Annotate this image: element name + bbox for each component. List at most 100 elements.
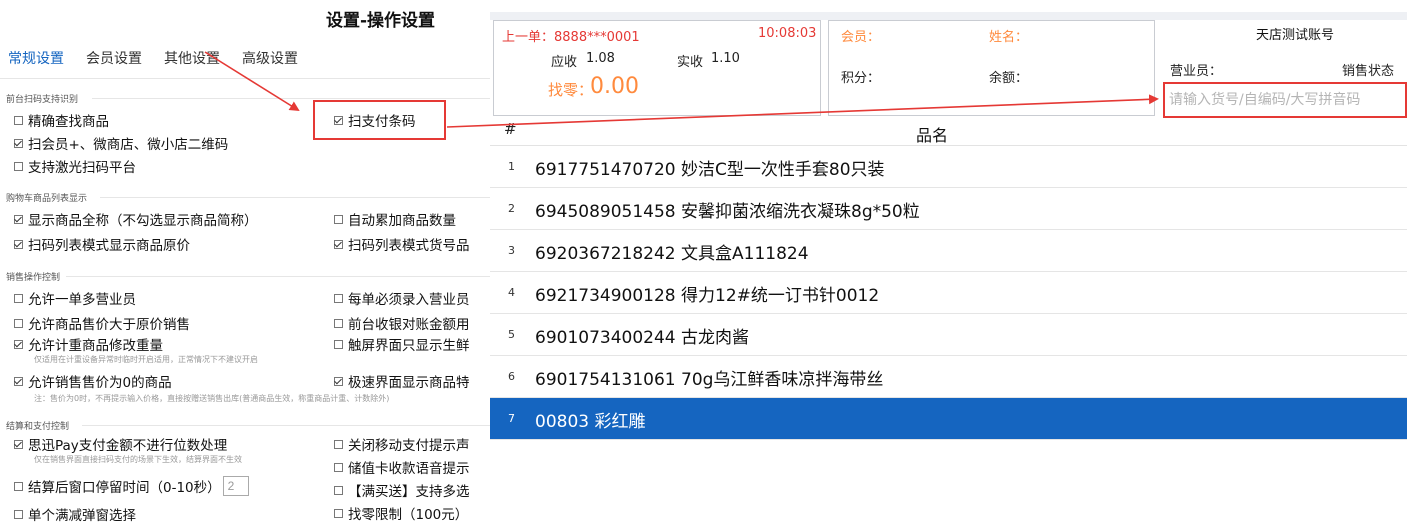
option-label: 允许商品售价大于原价销售 <box>28 317 190 333</box>
option-label: 扫会员+、微商店、微小店二维码 <box>28 137 229 153</box>
checkbox[interactable] <box>14 138 23 148</box>
option-show-item-code[interactable]: 扫码列表模式货号品 <box>334 234 470 254</box>
row-item-name: 6920367218242 文具盒A111824 <box>535 244 809 264</box>
checkbox[interactable] <box>14 439 23 449</box>
option-window-stay-time[interactable]: 结算后窗口停留时间（0-10秒） <box>14 476 249 496</box>
group-title-pay: 结算和支付控制 <box>6 422 70 432</box>
option-label: 结算后窗口停留时间（0-10秒） <box>28 480 221 496</box>
checkbox[interactable] <box>334 318 343 328</box>
checkbox[interactable] <box>14 481 23 491</box>
table-row-selected[interactable]: 7 00803 彩红雕 <box>490 398 1407 440</box>
row-item-name: 00803 彩红雕 <box>535 412 646 432</box>
checkbox[interactable] <box>334 115 343 125</box>
option-zero-price-sale[interactable]: 允许销售售价为0的商品 <box>14 371 172 391</box>
checkbox[interactable] <box>14 339 23 349</box>
cashier-panel: 上一单：8888***0001 10:08:03 应收 1.08 实收 1.10… <box>490 0 1407 530</box>
option-change-limit[interactable]: 找零限制（100元） <box>334 503 468 523</box>
checkbox[interactable] <box>334 462 343 472</box>
option-multi-clerk[interactable]: 允许一单多营业员 <box>14 288 136 308</box>
option-require-clerk[interactable]: 每单必须录入营业员 <box>334 288 470 308</box>
option-label: 扫支付条码 <box>348 114 416 130</box>
checkbox[interactable] <box>14 239 23 249</box>
settings-title: 设置-操作设置 <box>326 11 436 31</box>
option-price-above-original[interactable]: 允许商品售价大于原价销售 <box>14 313 190 333</box>
checkbox[interactable] <box>334 239 343 249</box>
option-single-discount-popup[interactable]: 单个满减弹窗选择 <box>14 504 136 524</box>
option-label: 扫码列表模式货号品 <box>348 238 470 254</box>
table-row[interactable]: 5 6901073400244 古龙肉酱 <box>490 314 1407 356</box>
row-item-name: 6901073400244 古龙肉酱 <box>535 328 750 348</box>
option-edit-weight[interactable]: 允许计重商品修改重量 <box>14 334 163 354</box>
checkbox[interactable] <box>334 485 343 495</box>
column-index-header: # <box>504 120 517 138</box>
row-index: 5 <box>508 328 515 341</box>
hint-weight: 仅适用在计重设备异常时临时开启适用，正常情况下不建议开启 <box>34 355 258 364</box>
checkbox[interactable] <box>14 214 23 224</box>
option-label: 支持激光扫码平台 <box>28 160 136 176</box>
option-label: 思迅Pay支付金额不进行位数处理 <box>28 438 228 454</box>
checkbox[interactable] <box>14 318 23 328</box>
option-label: 允许销售售价为0的商品 <box>28 375 172 391</box>
group-title-scan: 前台扫码支持识别 <box>6 95 79 105</box>
option-reconcile-amount[interactable]: 前台收银对账金额用 <box>334 313 470 333</box>
item-search-input[interactable] <box>1165 84 1405 116</box>
checkbox[interactable] <box>334 339 343 349</box>
table-row[interactable]: 3 6920367218242 文具盒A111824 <box>490 230 1407 272</box>
option-label: 每单必须录入营业员 <box>348 292 470 308</box>
checkbox[interactable] <box>14 509 23 519</box>
checkbox[interactable] <box>14 376 23 386</box>
option-pay-no-rounding[interactable]: 思迅Pay支付金额不进行位数处理 <box>14 434 227 454</box>
option-label: 触屏界面只显示生鲜 <box>348 338 470 354</box>
checkbox[interactable] <box>334 376 343 386</box>
checkbox[interactable] <box>334 293 343 303</box>
option-scan-member-qrcode[interactable]: 扫会员+、微商店、微小店二维码 <box>14 133 228 153</box>
points-label: 积分： <box>841 71 881 86</box>
column-name-header: 品名 <box>916 126 949 145</box>
option-show-original-price[interactable]: 扫码列表模式显示商品原价 <box>14 234 190 254</box>
tab-member[interactable]: 会员设置 <box>86 48 142 68</box>
settings-panel: 设置-操作设置 常规设置 会员设置 其他设置 高级设置 前台扫码支持识别 精确查… <box>0 0 490 530</box>
checkbox[interactable] <box>14 293 23 303</box>
row-index: 1 <box>508 160 515 173</box>
group-divider <box>82 425 490 426</box>
stay-seconds-input[interactable] <box>222 476 249 496</box>
table-row[interactable]: 6 6901754131061 70g乌江鲜香味凉拌海带丝 <box>490 356 1407 398</box>
option-exact-search[interactable]: 精确查找商品 <box>14 110 109 130</box>
table-row[interactable]: 1 6917751470720 妙洁C型一次性手套80只装 <box>490 146 1407 188</box>
checkbox[interactable] <box>334 214 343 224</box>
option-scan-payment-code[interactable]: 扫支付条码 <box>334 110 416 130</box>
option-laser-scan-platform[interactable]: 支持激光扫码平台 <box>14 156 136 176</box>
group-divider <box>66 276 490 277</box>
change-value: 0.00 <box>590 74 639 99</box>
group-divider <box>100 197 490 198</box>
option-show-full-name[interactable]: 显示商品全称（不勾选显示商品简称） <box>14 209 258 229</box>
tab-advanced[interactable]: 高级设置 <box>242 48 298 68</box>
option-label: 极速界面显示商品特 <box>348 375 470 391</box>
balance-label: 余额： <box>989 71 1029 86</box>
option-auto-accumulate-qty[interactable]: 自动累加商品数量 <box>334 209 456 229</box>
receivable-label: 应收 <box>551 55 578 70</box>
settings-tabs: 常规设置 会员设置 其他设置 高级设置 <box>8 48 320 68</box>
table-row[interactable]: 2 6945089051458 安馨抑菌浓缩洗衣凝珠8g*50粒 <box>490 188 1407 230</box>
row-index: 7 <box>508 412 515 425</box>
option-touch-fresh-only[interactable]: 触屏界面只显示生鲜 <box>334 334 470 354</box>
last-order-panel: 上一单：8888***0001 10:08:03 应收 1.08 实收 1.10… <box>493 20 821 116</box>
checkbox[interactable] <box>14 161 23 171</box>
hint-pay: 仅在销售界面直接扫码支付的场景下生效，结算界面不生效 <box>34 455 242 464</box>
checkbox[interactable] <box>334 439 343 449</box>
option-stored-card-voice[interactable]: 储值卡收款语音提示 <box>334 457 470 477</box>
option-close-mobile-pay-sound[interactable]: 关闭移动支付提示声 <box>334 434 470 454</box>
tab-general[interactable]: 常规设置 <box>8 48 64 68</box>
table-row[interactable]: 4 6921734900128 得力12#统一订书针0012 <box>490 272 1407 314</box>
option-label: 前台收银对账金额用 <box>348 317 470 333</box>
option-buy-gift-multi[interactable]: 【满买送】支持多选 <box>334 480 470 500</box>
option-fast-ui-show-item[interactable]: 极速界面显示商品特 <box>334 371 470 391</box>
tab-other[interactable]: 其他设置 <box>164 48 220 68</box>
row-item-name: 6945089051458 安馨抑菌浓缩洗衣凝珠8g*50粒 <box>535 202 920 222</box>
option-label: 储值卡收款语音提示 <box>348 461 470 477</box>
option-label: 单个满减弹窗选择 <box>28 508 136 524</box>
cart-table-body: 1 6917751470720 妙洁C型一次性手套80只装 2 69450890… <box>490 146 1407 440</box>
checkbox[interactable] <box>14 115 23 125</box>
checkbox[interactable] <box>334 508 343 518</box>
tabs-divider <box>0 78 490 79</box>
